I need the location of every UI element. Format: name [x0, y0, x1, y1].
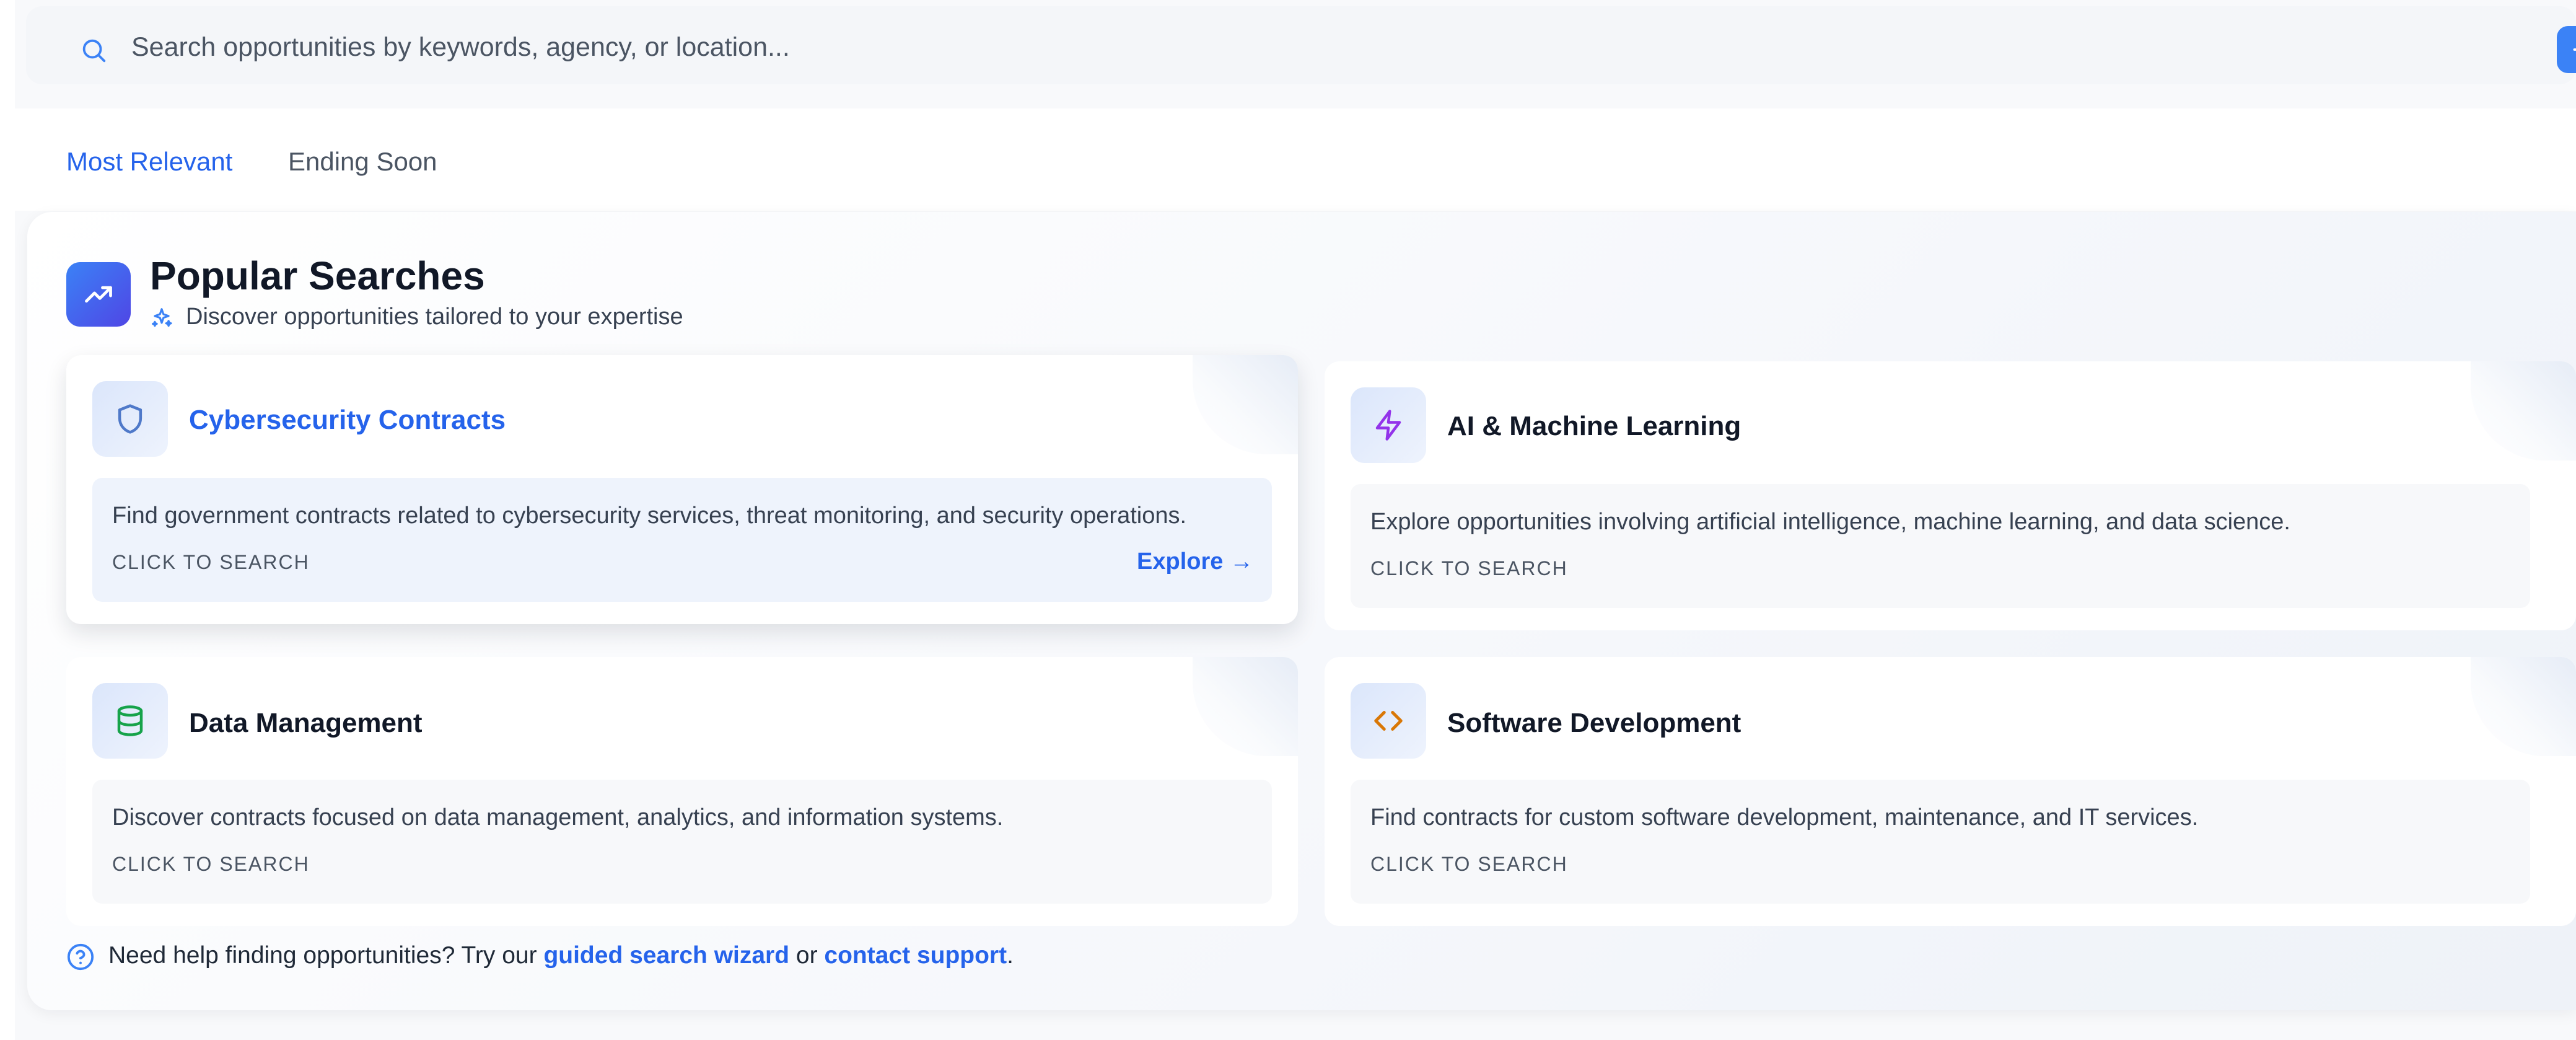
card-decoration — [1193, 355, 1298, 454]
help-text-after: . — [1007, 942, 1014, 969]
card-icon-box — [1351, 387, 1426, 463]
trending-up-icon — [85, 286, 112, 303]
card-icon-box — [92, 381, 168, 457]
help-text-before: Need help finding opportunities? Try our — [108, 942, 544, 969]
card-title: Data Management — [189, 708, 423, 738]
card-description: Explore opportunities involving artifici… — [1370, 509, 2290, 535]
search-input[interactable] — [130, 25, 2487, 69]
contact-support-link[interactable]: contact support — [824, 942, 1007, 969]
card-software-development[interactable]: Software Development Find contracts for … — [1325, 657, 2576, 926]
card-title: Cybersecurity Contracts — [189, 405, 506, 435]
search-icon — [82, 39, 106, 63]
search-submit-button[interactable] — [2557, 26, 2576, 73]
database-icon — [117, 705, 143, 736]
card-decoration — [2471, 657, 2576, 756]
tab-ending-soon[interactable]: Ending Soon — [288, 147, 437, 177]
code-icon — [1374, 711, 1403, 731]
card-description: Find government contracts related to cyb… — [112, 503, 1187, 529]
card-body: Find contracts for custom software devel… — [1351, 780, 2530, 904]
card-body: Explore opportunities involving artifici… — [1351, 484, 2530, 608]
card-cta: CLICK TO SEARCH — [1370, 557, 1568, 579]
popular-searches-badge — [66, 262, 131, 327]
card-cta: CLICK TO SEARCH — [112, 853, 310, 875]
card-body: Find government contracts related to cyb… — [92, 478, 1272, 602]
search-bar — [26, 6, 2576, 84]
card-ai-machine-learning[interactable]: AI & Machine Learning Explore opportunit… — [1325, 361, 2576, 630]
page-title: Popular Searches — [150, 253, 485, 298]
card-description: Discover contracts focused on data manag… — [112, 804, 1004, 831]
card-decoration — [2471, 361, 2576, 461]
zap-icon — [1375, 410, 1401, 441]
explore-link[interactable]: Explore → — [1137, 549, 1253, 575]
card-description: Find contracts for custom software devel… — [1370, 804, 2199, 831]
card-title: Software Development — [1447, 708, 1741, 738]
card-body: Discover contracts focused on data manag… — [92, 780, 1272, 904]
card-title: AI & Machine Learning — [1447, 411, 1741, 441]
help-circle-icon — [67, 943, 94, 971]
help-text-mid: or — [789, 942, 825, 969]
tab-most-relevant[interactable]: Most Relevant — [66, 147, 232, 177]
arrow-right-icon — [2573, 48, 2576, 51]
card-cybersecurity[interactable]: Cybersecurity Contracts Find government … — [66, 355, 1298, 624]
sparkles-icon — [152, 308, 172, 327]
sort-tabs: Most Relevant Ending Soon — [15, 108, 2576, 211]
card-cta: CLICK TO SEARCH — [112, 551, 310, 573]
help-text: Need help finding opportunities? Try our… — [108, 942, 1014, 969]
shield-icon — [118, 404, 142, 434]
card-icon-box — [92, 683, 168, 759]
guided-search-wizard-link[interactable]: guided search wizard — [543, 942, 789, 969]
card-data-management[interactable]: Data Management Discover contracts focus… — [66, 657, 1298, 926]
card-icon-box — [1351, 683, 1426, 759]
card-decoration — [1193, 657, 1298, 756]
card-cta: CLICK TO SEARCH — [1370, 853, 1568, 875]
page-subtitle: Discover opportunities tailored to your … — [186, 304, 683, 330]
left-edge — [0, 0, 15, 1040]
